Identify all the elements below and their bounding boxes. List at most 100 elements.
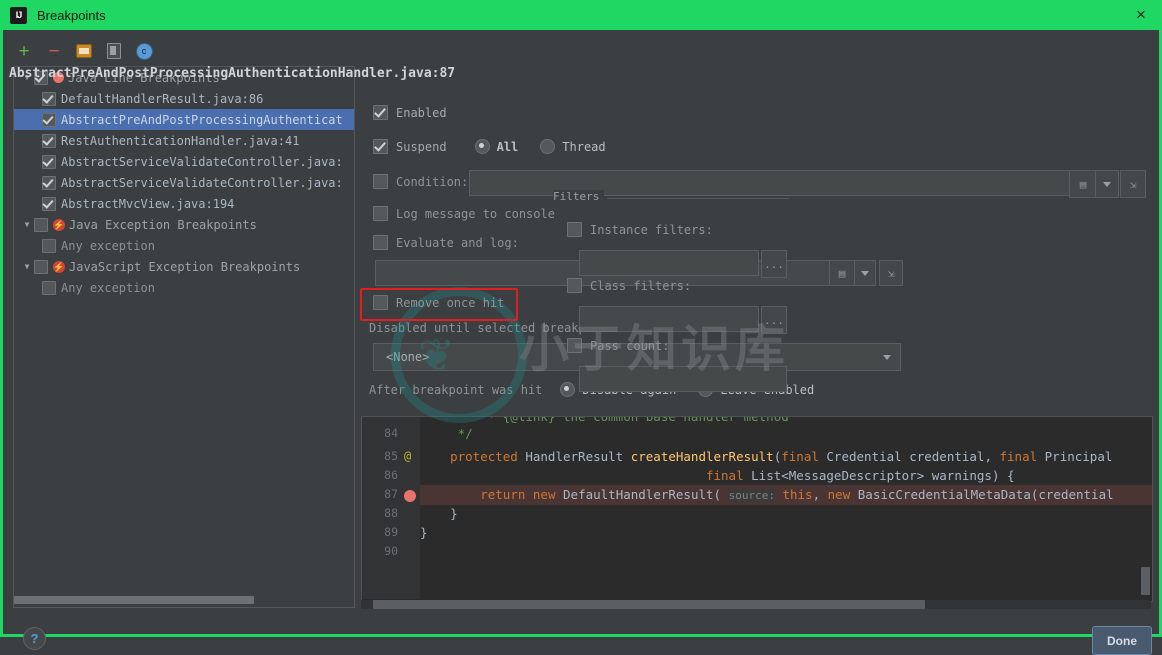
enabled-label: Enabled (396, 106, 447, 120)
tree-item-breakpoint[interactable]: AbstractMvcView.java:194 (14, 193, 354, 214)
tree-item-label: AbstractPreAndPostProcessingAuthenticat (61, 113, 343, 127)
remove-breakpoint-button[interactable]: − (43, 40, 65, 62)
code-line-number: 86 (362, 468, 398, 482)
code-line-number: 88 (362, 506, 398, 520)
pass-count-input[interactable] (579, 366, 787, 392)
suspend-thread-radio[interactable] (540, 139, 555, 154)
group-by-button[interactable] (73, 40, 95, 62)
code-line-number: 90 (362, 544, 398, 558)
condition-expand-button[interactable]: ⇲ (1120, 170, 1146, 198)
item-checkbox[interactable] (42, 176, 56, 190)
chevron-down-icon[interactable]: ▼ (20, 262, 34, 271)
tree-item-label: AbstractMvcView.java:194 (61, 197, 234, 211)
copy-breakpoint-button[interactable] (103, 40, 125, 62)
code-preview[interactable]: * {@link} the common base handler method… (361, 416, 1153, 602)
evaluate-and-log-label: Evaluate and log: (396, 236, 519, 250)
class-filters-checkbox[interactable] (567, 278, 582, 293)
close-icon[interactable]: × (1128, 3, 1154, 27)
item-checkbox[interactable] (42, 92, 56, 106)
remove-once-hit-checkbox[interactable] (373, 295, 388, 310)
code-line-text: final List<MessageDescriptor> warnings) … (420, 468, 1015, 483)
log-message-row[interactable]: Log message to console (373, 206, 555, 221)
tree-item-label: RestAuthenticationHandler.java:41 (61, 134, 299, 148)
tree-item-label: Any exception (61, 281, 155, 295)
evaluate-and-log-row[interactable]: Evaluate and log: (373, 235, 519, 250)
group-checkbox[interactable] (34, 260, 48, 274)
instance-filters-input[interactable] (579, 250, 759, 276)
item-checkbox[interactable] (42, 197, 56, 211)
done-button[interactable]: Done (1092, 626, 1152, 655)
condition-row[interactable]: Condition: (373, 174, 468, 189)
tree-item-breakpoint[interactable]: AbstractServiceValidateController.java: (14, 172, 354, 193)
tree-group-javascript-exception-breakpoints[interactable]: ▼ ⚡ JavaScript Exception Breakpoints (14, 256, 354, 277)
breakpoints-tree[interactable]: ▼ Java Line Breakpoints DefaultHandlerRe… (13, 66, 355, 608)
code-line-text: */ (420, 426, 473, 441)
code-line-number: 89 (362, 525, 398, 539)
enabled-checkbox[interactable] (373, 105, 388, 120)
tree-item-any-exception[interactable]: Any exception (14, 277, 354, 298)
tree-item-breakpoint[interactable]: DefaultHandlerResult.java:86 (14, 88, 354, 109)
suspend-row[interactable]: Suspend All Thread (373, 139, 628, 154)
pass-count-row[interactable]: Pass count: (567, 338, 669, 353)
tree-group-java-exception-breakpoints[interactable]: ▼ ⚡ Java Exception Breakpoints (14, 214, 354, 235)
intellij-logo-icon: IJ (10, 7, 27, 24)
filters-legend-label: Filters (553, 190, 604, 203)
evaluate-dropdown-button[interactable] (854, 260, 876, 286)
chevron-down-icon (1103, 182, 1111, 187)
chevron-down-icon (861, 271, 869, 276)
tree-item-breakpoint[interactable]: AbstractServiceValidateController.java: (14, 151, 354, 172)
tree-item-label: AbstractServiceValidateController.java: (61, 155, 343, 169)
code-vertical-scrollbar[interactable] (1141, 567, 1150, 595)
ellipsis-icon: ... (764, 314, 784, 327)
pass-count-label: Pass count: (590, 339, 669, 353)
tree-item-breakpoint-selected[interactable]: AbstractPreAndPostProcessingAuthenticat (14, 109, 354, 130)
filters-group: Filters Instance filters: ... Class filt… (553, 198, 789, 398)
class-filters-input[interactable] (579, 306, 759, 332)
chevron-down-icon[interactable]: ▼ (20, 220, 34, 229)
breakpoint-gutter-icon[interactable] (404, 490, 416, 502)
tree-item-breakpoint[interactable]: RestAuthenticationHandler.java:41 (14, 130, 354, 151)
suspend-checkbox[interactable] (373, 139, 388, 154)
log-message-checkbox[interactable] (373, 206, 388, 221)
chevron-down-icon[interactable] (883, 355, 891, 360)
remove-once-hit-row[interactable]: Remove once hit (373, 295, 504, 310)
class-filters-label: Class filters: (590, 279, 691, 293)
instance-filters-more-button[interactable]: ... (761, 250, 787, 278)
class-filters-row[interactable]: Class filters: (567, 278, 691, 293)
class-filters-more-button[interactable]: ... (761, 306, 787, 334)
evaluate-editor-icon[interactable]: ▤ (829, 260, 855, 286)
tree-item-any-exception[interactable]: Any exception (14, 235, 354, 256)
item-checkbox[interactable] (42, 113, 56, 127)
mute-breakpoints-button[interactable]: c (133, 40, 155, 62)
instance-filters-checkbox[interactable] (567, 222, 582, 237)
suspend-all-label: All (497, 140, 519, 154)
suspend-all-radio[interactable] (475, 139, 490, 154)
help-button[interactable]: ? (23, 627, 46, 650)
remove-once-hit-label: Remove once hit (396, 296, 504, 310)
tree-scrollbar-thumb[interactable] (14, 596, 254, 604)
add-breakpoint-button[interactable]: + (13, 40, 35, 62)
condition-checkbox[interactable] (373, 174, 388, 189)
pass-count-checkbox[interactable] (567, 338, 582, 353)
item-checkbox[interactable] (42, 239, 56, 253)
after-hit-label: After breakpoint was hit (369, 383, 542, 397)
item-checkbox[interactable] (42, 155, 56, 169)
evaluate-expand-button[interactable]: ⇲ (879, 260, 903, 286)
item-checkbox[interactable] (42, 281, 56, 295)
enabled-row[interactable]: Enabled (373, 105, 447, 120)
filters-divider (607, 198, 789, 199)
circle-c-icon: c (136, 43, 153, 60)
tree-item-label: DefaultHandlerResult.java:86 (61, 92, 263, 106)
evaluate-and-log-checkbox[interactable] (373, 235, 388, 250)
code-line-number: 87 (362, 487, 398, 501)
folder-icon (76, 44, 92, 58)
instance-filters-row[interactable]: Instance filters: (567, 222, 713, 237)
group-checkbox[interactable] (34, 218, 48, 232)
suspend-thread-label: Thread (562, 140, 605, 154)
item-checkbox[interactable] (42, 134, 56, 148)
code-scrollbar-thumb[interactable] (373, 600, 925, 609)
condition-dropdown-button[interactable] (1095, 170, 1119, 198)
tree-item-label: Any exception (61, 239, 155, 253)
condition-editor-icon[interactable]: ▤ (1069, 170, 1097, 198)
instance-filters-label: Instance filters: (590, 223, 713, 237)
